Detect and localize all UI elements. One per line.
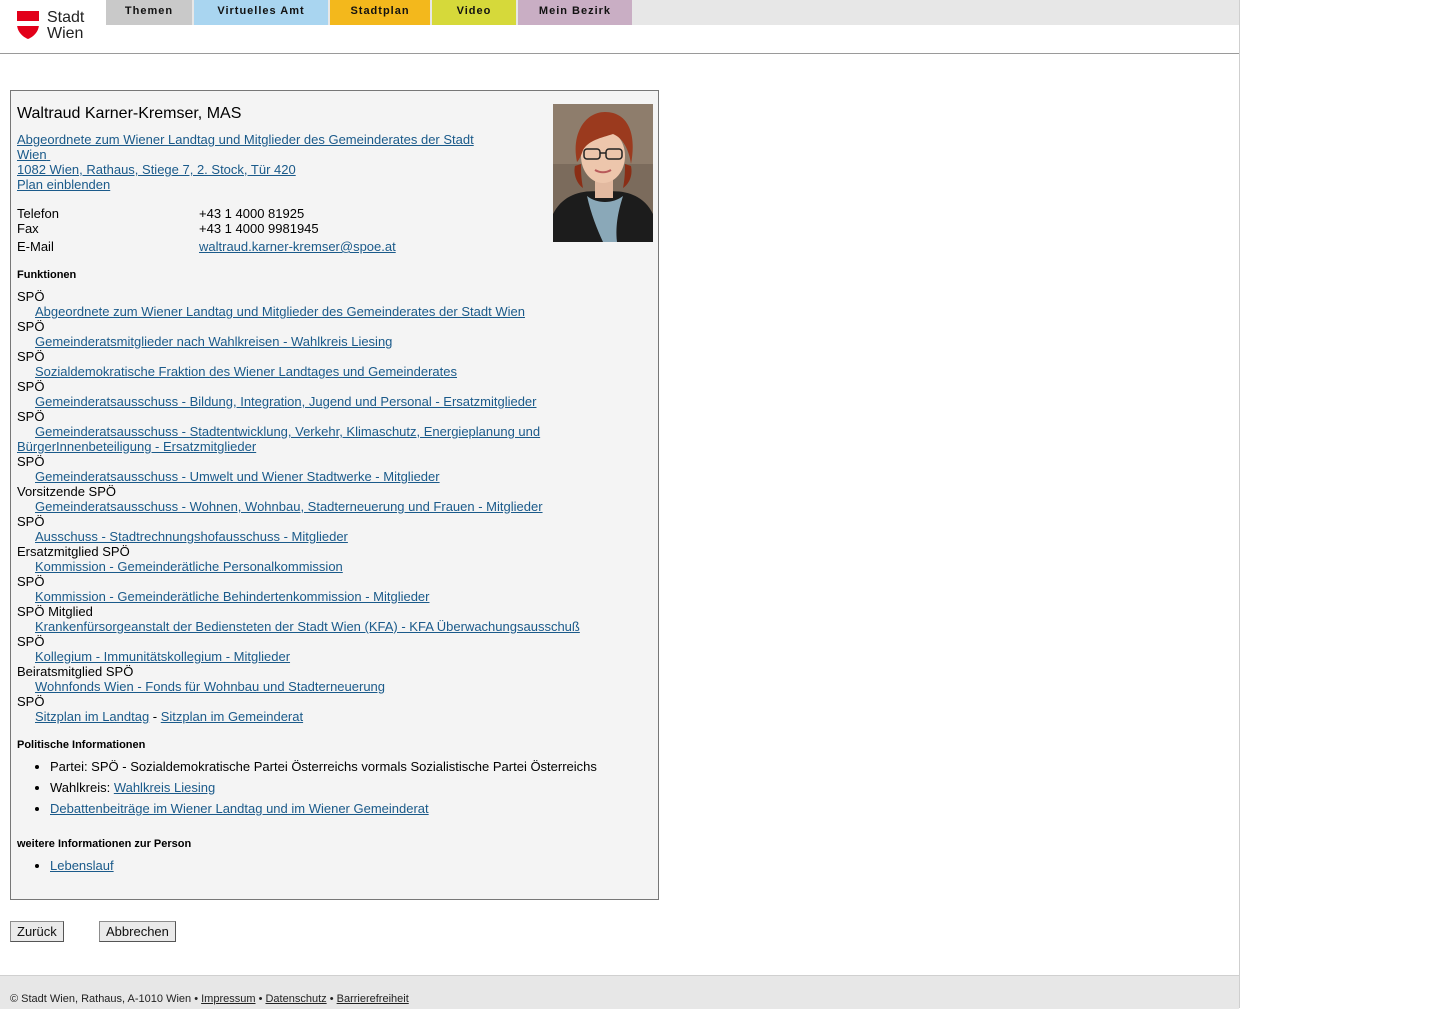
function-role: SPÖ (17, 319, 45, 334)
function-role: SPÖ Mitglied (17, 604, 93, 619)
impressum-link[interactable]: Impressum (201, 993, 255, 1005)
stadt-wien-logo[interactable]: Stadt Wien (16, 9, 96, 43)
function-link[interactable]: Gemeinderatsausschuss - Umwelt und Wiene… (17, 469, 647, 484)
person-name: Waltraud Karner-Kremser, MAS (17, 105, 242, 122)
nav-filler (634, 0, 1239, 25)
nav-tab-mein-bezirk[interactable]: Mein Bezirk (518, 0, 632, 25)
function-role: SPÖ (17, 634, 45, 649)
site-footer: © Stadt Wien, Rathaus, A-1010 Wien • Imp… (0, 975, 1239, 1009)
main-nav: Themen Virtuelles Amt Stadtplan Video Me… (106, 0, 1239, 25)
show-map-link[interactable]: Plan einblenden (17, 177, 110, 192)
footer-copyright: © Stadt Wien, Rathaus, A-1010 Wien (10, 993, 192, 1005)
function-link[interactable]: Krankenfürsorgeanstalt der Bediensteten … (17, 619, 647, 634)
page: Stadt Wien Themen Virtuelles Amt Stadtpl… (0, 0, 1240, 1009)
more-info-list: Lebenslauf (17, 858, 114, 879)
phone-label: Telefon (17, 206, 59, 221)
function-link[interactable]: Ausschuss - Stadtrechnungshofausschuss -… (17, 529, 647, 544)
person-card: Waltraud Karner-Kremser, MAS Abgeordnete… (10, 90, 659, 900)
seat-plan-links: Sitzplan im Landtag - Sitzplan im Gemein… (17, 709, 647, 724)
debates-item: Debattenbeiträge im Wiener Landtag und i… (50, 801, 597, 816)
functions-heading: Funktionen (17, 269, 77, 281)
function-link[interactable]: Gemeinderatsmitglieder nach Wahlkreisen … (17, 334, 647, 349)
function-role: Ersatzmitglied SPÖ (17, 544, 130, 559)
function-role: SPÖ (17, 409, 45, 424)
function-link[interactable]: Sozialdemokratische Fraktion des Wiener … (17, 364, 647, 379)
function-link[interactable]: Wohnfonds Wien - Fonds für Wohnbau und S… (17, 679, 647, 694)
functions-list: SPÖ Abgeordnete zum Wiener Landtag und M… (17, 289, 647, 724)
person-photo (553, 104, 653, 242)
nav-tab-virtuelles-amt[interactable]: Virtuelles Amt (194, 0, 328, 25)
district-link[interactable]: Wahlkreis Liesing (114, 780, 215, 795)
function-link[interactable]: Kollegium - Immunitätskollegium - Mitgli… (17, 649, 647, 664)
more-info-heading: weitere Informationen zur Person (17, 838, 192, 850)
nav-tab-stadtplan[interactable]: Stadtplan (330, 0, 430, 25)
function-link[interactable]: Kommission - Gemeinderätliche Behinderte… (17, 589, 647, 604)
portrait-image (553, 104, 653, 242)
back-button[interactable]: Zurück (10, 921, 64, 942)
function-role: SPÖ (17, 379, 45, 394)
right-margin (1240, 0, 1440, 1008)
barrierefreiheit-link[interactable]: Barrierefreiheit (337, 993, 409, 1005)
function-role: SPÖ (17, 454, 45, 469)
site-header: Stadt Wien Themen Virtuelles Amt Stadtpl… (0, 0, 1239, 54)
function-link[interactable]: Abgeordnete zum Wiener Landtag und Mitgl… (17, 304, 647, 319)
logo-line1: Stadt (47, 9, 85, 26)
function-role: SPÖ (17, 514, 45, 529)
function-link[interactable]: Gemeinderatsausschuss - Wohnen, Wohnbau,… (17, 499, 647, 514)
seat-plan-gemeinderat-link[interactable]: Sitzplan im Gemeinderat (161, 709, 303, 724)
fax-value: +43 1 4000 9981945 (199, 221, 319, 236)
seat-plan-landtag-link[interactable]: Sitzplan im Landtag (35, 709, 149, 724)
function-role: SPÖ (17, 349, 45, 364)
function-role: SPÖ (17, 574, 45, 589)
logo-line2: Wien (47, 25, 84, 42)
email-link[interactable]: waltraud.karner-kremser@spoe.at (199, 239, 396, 254)
political-heading: Politische Informationen (17, 739, 146, 751)
party-item: Partei: SPÖ - Sozialdemokratische Partei… (50, 759, 597, 774)
contact-block: Abgeordnete zum Wiener Landtag und Mitgl… (17, 132, 474, 192)
role-link[interactable]: Abgeordnete zum Wiener Landtag und Mitgl… (17, 132, 474, 162)
email-label: E-Mail (17, 239, 54, 254)
cv-item: Lebenslauf (50, 858, 114, 873)
district-item: Wahlkreis: Wahlkreis Liesing (50, 780, 597, 795)
fax-label: Fax (17, 221, 39, 236)
political-list: Partei: SPÖ - Sozialdemokratische Partei… (17, 759, 597, 822)
cv-link[interactable]: Lebenslauf (50, 858, 114, 873)
cancel-button[interactable]: Abbrechen (99, 921, 176, 942)
function-role: Beiratsmitglied SPÖ (17, 664, 134, 679)
function-role: Vorsitzende SPÖ (17, 484, 116, 499)
seat-plan-separator: - (149, 709, 161, 724)
debates-link[interactable]: Debattenbeiträge im Wiener Landtag und i… (50, 801, 429, 816)
datenschutz-link[interactable]: Datenschutz (265, 993, 326, 1005)
nav-tab-video[interactable]: Video (432, 0, 516, 25)
function-link[interactable]: Gemeinderatsausschuss - Bildung, Integra… (17, 394, 647, 409)
nav-tab-themen[interactable]: Themen (106, 0, 192, 25)
function-link[interactable]: Kommission - Gemeinderätliche Personalko… (17, 559, 647, 574)
phone-value: +43 1 4000 81925 (199, 206, 305, 221)
function-role: SPÖ (17, 694, 45, 709)
function-link[interactable]: Gemeinderatsausschuss - Stadtentwicklung… (17, 424, 557, 454)
vienna-shield-icon (17, 11, 39, 39)
address-link[interactable]: 1082 Wien, Rathaus, Stiege 7, 2. Stock, … (17, 162, 296, 177)
function-role: SPÖ (17, 289, 45, 304)
